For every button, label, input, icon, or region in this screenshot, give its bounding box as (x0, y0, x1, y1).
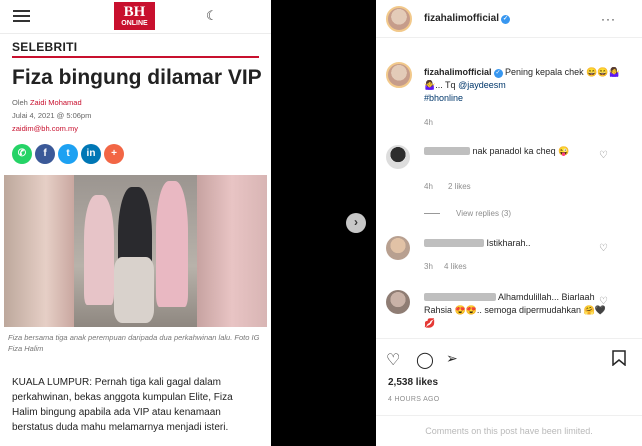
actions-divider (376, 338, 642, 339)
like-heart-icon[interactable]: ♡ (599, 150, 608, 161)
comment-text: Istikharah.. (486, 238, 531, 248)
post-caption: fizahalimofficial ✓ Pening kepala chek 😄😄… (424, 66, 624, 105)
comment-bubble-icon[interactable]: ◯ (416, 350, 434, 370)
post-time: 4 HOURS AGO (388, 396, 440, 403)
username-text: fizahalimofficial (424, 13, 500, 24)
avatar[interactable] (386, 6, 412, 32)
article-photo[interactable] (4, 175, 267, 327)
logo-sub-text: ONLINE (121, 20, 148, 27)
caption-username[interactable]: fizahalimofficial (424, 67, 492, 77)
view-replies-line (424, 213, 440, 214)
commenter-avatar[interactable] (386, 290, 410, 314)
hashtag-link[interactable]: #bhonline (424, 93, 463, 103)
more-share-icon[interactable]: + (104, 144, 124, 164)
view-replies-button[interactable]: View replies (3) (456, 209, 511, 218)
verified-badge-icon: ✓ (493, 69, 503, 78)
comment-likes[interactable]: 2 likes (448, 182, 471, 191)
comment-time: 3h (424, 262, 433, 271)
section-underline (12, 56, 259, 58)
comment-time: 4h (424, 182, 433, 191)
photo-family-scene (74, 175, 197, 327)
photo-figure-child (114, 257, 154, 323)
caption-time: 4h (424, 118, 433, 127)
like-heart-icon[interactable]: ♡ (599, 296, 608, 307)
screenshot-canvas: BH ONLINE ☾ SELEBRITI Fiza bingung dilam… (0, 0, 642, 446)
photo-blur-left (4, 175, 74, 327)
like-heart-icon[interactable]: ♡ (386, 350, 400, 370)
bh-online-logo[interactable]: BH ONLINE (114, 2, 155, 30)
like-heart-icon[interactable]: ♡ (599, 243, 608, 254)
comment-likes[interactable]: 4 likes (444, 262, 467, 271)
instagram-post-panel: fizahalimofficial ✓ ··· fizahalimofficial… (376, 0, 642, 446)
commenter-avatar[interactable] (386, 236, 410, 260)
photo-figure (84, 195, 114, 305)
username-header[interactable]: fizahalimofficial ✓ (424, 13, 511, 24)
dark-mode-moon-icon[interactable]: ☾ (206, 8, 218, 24)
twitter-icon[interactable]: t (58, 144, 78, 164)
article-body: KUALA LUMPUR: Pernah tiga kali gagal dal… (12, 377, 233, 433)
byline: Oleh Zaidi Mohamad Julai 4, 2021 @ 5:06p… (12, 96, 91, 135)
article-headline: Fiza bingung dilamar VIP (12, 66, 262, 89)
bookmark-svg (612, 350, 626, 367)
comment-item: Istikharah.. (424, 237, 614, 250)
blurred-username[interactable] (424, 293, 496, 301)
blurred-username[interactable] (424, 239, 484, 247)
photo-figure (156, 181, 188, 307)
photo-blur-right (197, 175, 267, 327)
whatsapp-icon[interactable]: ✆ (12, 144, 32, 164)
byline-prefix: Oleh (12, 98, 28, 107)
share-send-icon[interactable]: ➢ (446, 350, 458, 367)
logo-main-text: BH (123, 4, 146, 20)
avatar[interactable] (386, 62, 412, 88)
comment-item: Alhamdulillah... Biarlaah Rahsia 😍😍.. se… (424, 291, 614, 330)
site-header: BH ONLINE ☾ (0, 0, 271, 34)
comment-item: nak panadol ka cheq 😜 (424, 145, 614, 158)
mention-link[interactable]: @jaydeesm (458, 80, 506, 90)
photo-caption: Fiza bersama tiga anak perempuan daripad… (8, 333, 260, 353)
section-label[interactable]: SELEBRITI (12, 40, 77, 54)
blurred-username[interactable] (424, 147, 470, 155)
save-bookmark-icon[interactable] (612, 350, 626, 371)
ig-post-header: fizahalimofficial ✓ ··· (376, 0, 642, 38)
publish-date: Julai 4, 2021 @ 5:06pm (12, 111, 92, 120)
likes-count[interactable]: 2,538 likes (388, 377, 438, 388)
news-article-panel: BH ONLINE ☾ SELEBRITI Fiza bingung dilam… (0, 0, 271, 446)
share-buttons: ✆ f t in + (12, 143, 127, 164)
author-link[interactable]: Zaidi Mohamad (30, 98, 82, 107)
linkedin-icon[interactable]: in (81, 144, 101, 164)
more-options-icon[interactable]: ··· (601, 12, 616, 26)
next-chevron-icon[interactable]: › (346, 213, 366, 233)
comment-text: nak panadol ka cheq 😜 (472, 146, 570, 156)
facebook-icon[interactable]: f (35, 144, 55, 164)
commenter-avatar[interactable] (386, 145, 410, 169)
author-email-link[interactable]: zaidim@bh.com.my (12, 122, 91, 135)
comments-limited-notice: Comments on this post have been limited. (376, 415, 642, 446)
verified-badge-icon: ✓ (501, 15, 511, 24)
hamburger-menu-icon[interactable] (13, 10, 30, 23)
